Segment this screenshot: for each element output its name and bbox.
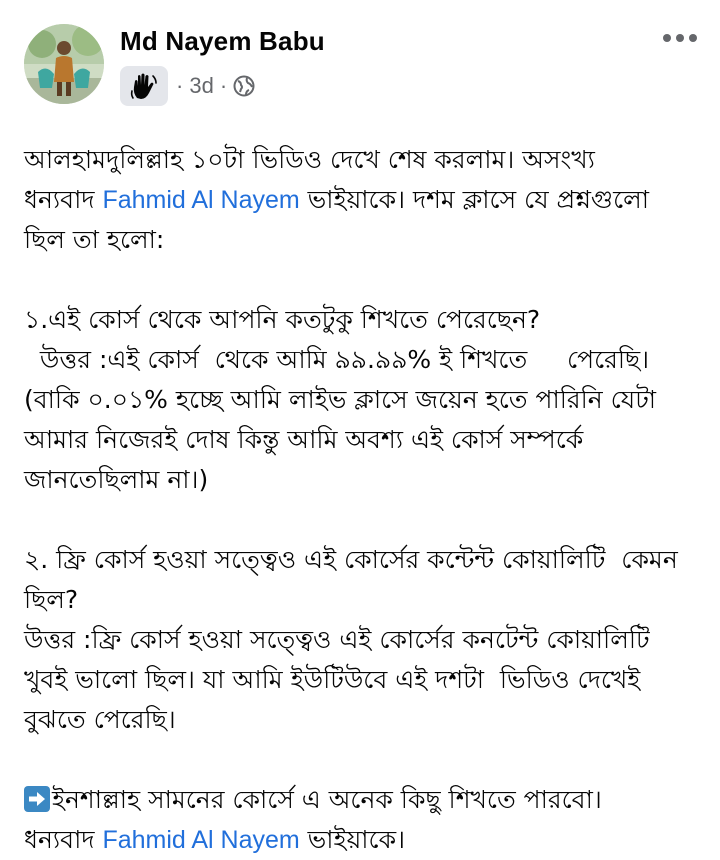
text-segment: ইনশাল্লাহ সামনের কোর্সে এ অনেক কিছু শিখত… [52,785,602,814]
answer-line: (বাকি ০.০১% হচ্ছে আমি লাইভ ক্লাসে জয়েন … [24,385,657,414]
right-arrow-icon [24,786,50,812]
meta-separator: · [176,73,184,98]
text-segment: ধন্যবাদ [24,825,103,854]
post-header: Md Nayem Babu · 3d · [0,0,720,120]
post-body: আলহামদুলিল্লাহ ১০টা ভিডিও দেখে শেষ করলাম… [24,140,704,860]
meta-separator: · [219,73,228,98]
text-line: আলহামদুলিল্লাহ ১০টা ভিডিও দেখে শেষ করলাম… [24,145,595,174]
question-line: ছিল? [24,585,79,614]
mention-link[interactable]: Fahmid Al Nayem [102,186,299,214]
more-options-button[interactable] [660,24,700,52]
avatar[interactable] [24,24,104,104]
question-line: ২. ফ্রি কোর্স হওয়া সত্ত্বেও এই কোর্সের … [24,545,678,574]
answer-line: আমার নিজেরই দোষ কিন্তু আমি অবশ্য এই কোর্… [24,425,584,454]
question-line: ১.এই কোর্স থেকে আপনি কতটুকু শিখতে পেরেছে… [24,305,541,334]
profile-photo [24,24,104,104]
text-segment: ভাইয়াকে। [299,825,406,854]
text-line: ধন্যবাদ Fahmid Al Nayem ভাইয়াকে। [24,820,704,860]
answer-line: খুবই ভালো ছিল। যা আমি ইউটিউবে এই দশটা ভি… [24,665,641,694]
post-time[interactable]: 3d [189,73,213,99]
answer-line: উত্তর :এই কোর্স থেকে আমি ৯৯.৯৯% ই শিখতে … [24,345,650,374]
author-name[interactable]: Md Nayem Babu [120,26,325,57]
waving-hand-badge[interactable] [120,66,168,106]
waving-hand-icon [130,73,157,99]
text-segment: ভাইয়াকে। দশম ক্লাসে যে প্রশ্নগুলো [299,185,650,214]
text-segment: ধন্যবাদ [24,185,103,214]
more-options-icon [663,34,697,42]
answer-line: জানতেছিলাম না।) [24,465,209,494]
mention-link[interactable]: Fahmid Al Nayem [102,826,299,854]
post-meta: · 3d · [120,66,255,106]
answer-line: উত্তর :ফ্রি কোর্স হওয়া সত্ত্বেও এই কোর্… [24,625,650,654]
text-line: ছিল তা হলো: [24,225,165,254]
text-line: ইনশাল্লাহ সামনের কোর্সে এ অনেক কিছু শিখত… [24,780,704,820]
globe-icon[interactable] [233,75,255,97]
text-line: ধন্যবাদ Fahmid Al Nayem ভাইয়াকে। দশম ক্… [24,180,704,220]
answer-line: বুঝতে পেরেছি। [24,705,176,734]
